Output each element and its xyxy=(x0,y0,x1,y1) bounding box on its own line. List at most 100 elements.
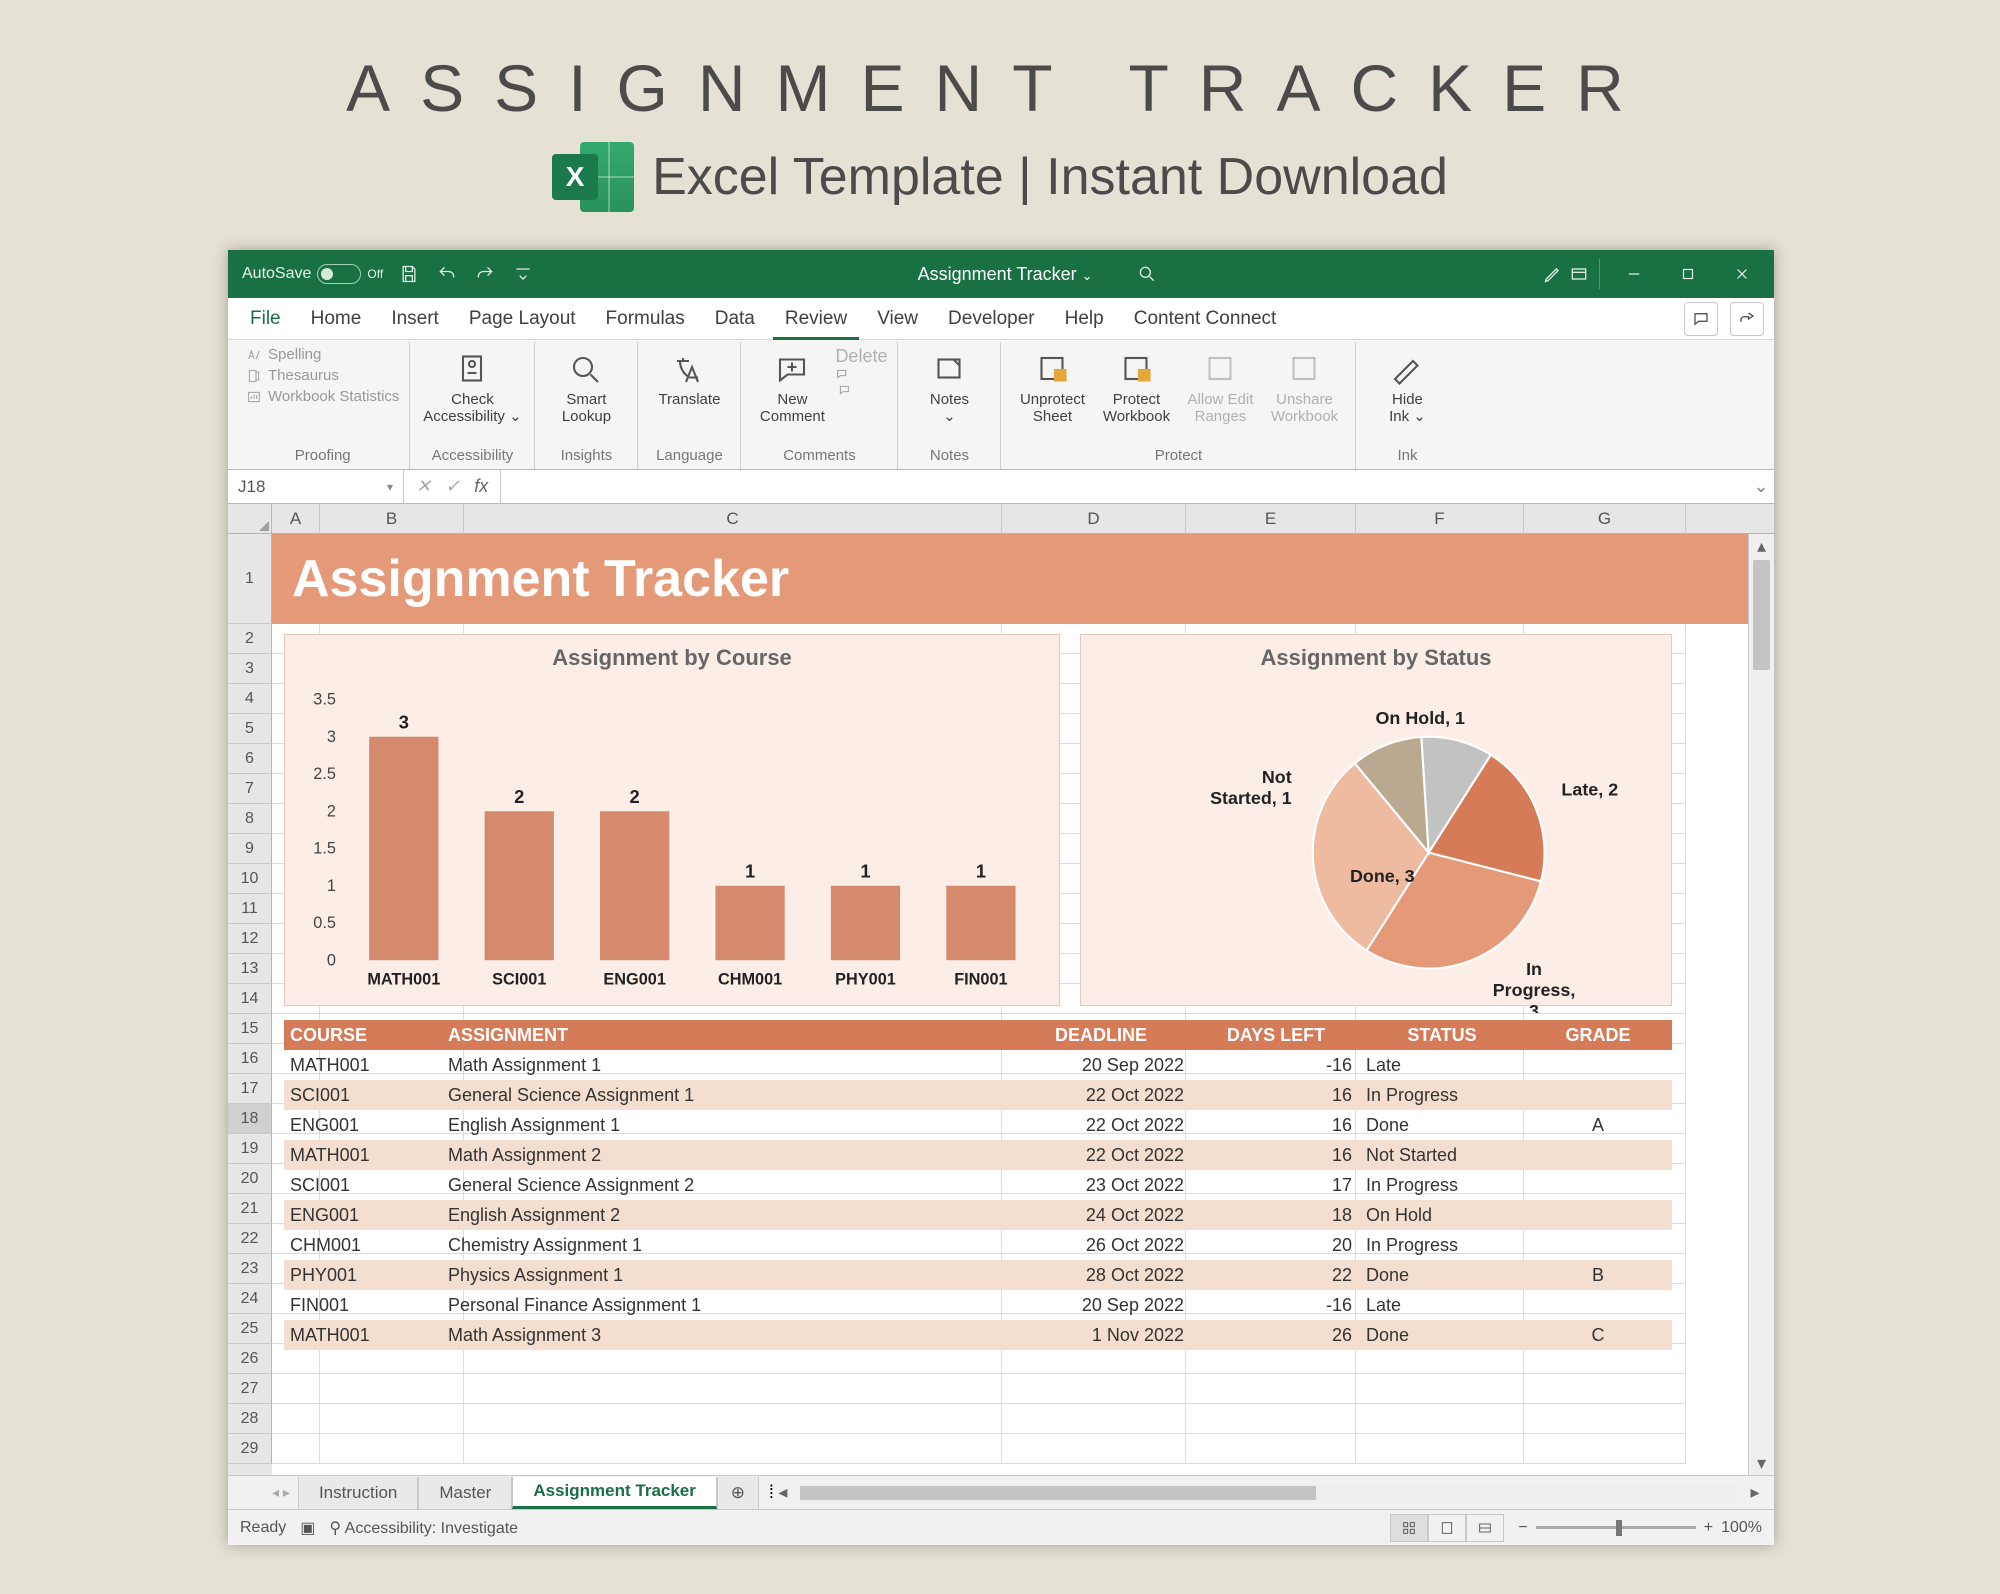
comments-pane-icon[interactable] xyxy=(1684,302,1718,336)
name-box[interactable]: J18▾ xyxy=(228,470,404,503)
row-header[interactable]: 8 xyxy=(228,804,272,834)
select-all-corner[interactable] xyxy=(228,504,272,534)
col-header[interactable]: F xyxy=(1356,504,1524,534)
sheet-tab-instruction[interactable]: Instruction xyxy=(298,1477,418,1509)
row-header[interactable]: 29 xyxy=(228,1434,272,1464)
macro-record-icon[interactable]: ▣ xyxy=(300,1518,315,1538)
row-header[interactable]: 2 xyxy=(228,624,272,654)
save-icon[interactable] xyxy=(397,262,421,286)
col-header[interactable]: A xyxy=(272,504,320,534)
tab-file[interactable]: File xyxy=(238,298,293,340)
tab-review[interactable]: Review xyxy=(773,298,859,340)
tab-page-layout[interactable]: Page Layout xyxy=(457,298,588,340)
vertical-scrollbar[interactable]: ▴ ▾ xyxy=(1748,534,1774,1475)
col-header[interactable]: D xyxy=(1002,504,1186,534)
row-header[interactable]: 6 xyxy=(228,744,272,774)
maximize-button[interactable] xyxy=(1662,250,1714,298)
share-icon[interactable] xyxy=(1730,302,1764,336)
row-header[interactable]: 25 xyxy=(228,1314,272,1344)
row-header[interactable]: 12 xyxy=(228,924,272,954)
qat-dropdown-icon[interactable] xyxy=(511,262,535,286)
hide-ink-button[interactable]: HideInk ⌄ xyxy=(1366,346,1448,442)
document-title[interactable]: Assignment Tracker ⌄ xyxy=(918,264,1093,285)
row-header[interactable]: 4 xyxy=(228,684,272,714)
autosave-toggle[interactable]: AutoSave Off xyxy=(242,264,383,284)
row-header[interactable]: 28 xyxy=(228,1404,272,1434)
sheet-nav[interactable]: ◂ ▸ xyxy=(272,1484,290,1501)
table-row[interactable]: PHY001Physics Assignment 128 Oct 202222D… xyxy=(284,1260,1672,1290)
row-header[interactable]: 9 xyxy=(228,834,272,864)
col-header[interactable]: G xyxy=(1524,504,1686,534)
row-header[interactable]: 24 xyxy=(228,1284,272,1314)
pen-icon[interactable] xyxy=(1541,262,1565,286)
expand-formula-bar-icon[interactable]: ⌄ xyxy=(1748,476,1774,497)
table-row[interactable]: MATH001Math Assignment 222 Oct 202216Not… xyxy=(284,1140,1672,1170)
tab-content-connect[interactable]: Content Connect xyxy=(1122,298,1289,340)
check-accessibility-button[interactable]: CheckAccessibility ⌄ xyxy=(420,346,524,442)
ribbon-display-icon[interactable] xyxy=(1567,262,1591,286)
undo-icon[interactable] xyxy=(435,262,459,286)
smart-lookup-button[interactable]: SmartLookup xyxy=(545,346,627,442)
row-header[interactable]: 26 xyxy=(228,1344,272,1374)
row-header[interactable]: 14 xyxy=(228,984,272,1014)
notes-button[interactable]: Notes⌄ xyxy=(908,346,990,442)
table-row[interactable]: MATH001Math Assignment 31 Nov 202226Done… xyxy=(284,1320,1672,1350)
row-header[interactable]: 22 xyxy=(228,1224,272,1254)
row-header[interactable]: 15 xyxy=(228,1014,272,1044)
tab-formulas[interactable]: Formulas xyxy=(594,298,697,340)
unprotect-sheet-button[interactable]: UnprotectSheet xyxy=(1011,346,1093,442)
row-header[interactable]: 17 xyxy=(228,1074,272,1104)
sheet-grid[interactable]: 1234567891011121314151617181920212223242… xyxy=(228,534,1774,1475)
view-normal-button[interactable] xyxy=(1390,1514,1428,1542)
minimize-button[interactable] xyxy=(1608,250,1660,298)
translate-button[interactable]: Translate xyxy=(648,346,730,442)
tab-developer[interactable]: Developer xyxy=(936,298,1047,340)
close-button[interactable] xyxy=(1716,250,1768,298)
table-row[interactable]: MATH001Math Assignment 120 Sep 2022-16La… xyxy=(284,1050,1672,1080)
row-header[interactable]: 10 xyxy=(228,864,272,894)
search-icon[interactable] xyxy=(1135,262,1159,286)
cells-area[interactable]: Assignment Tracker Assignment by Course … xyxy=(272,534,1748,1475)
row-header[interactable]: 23 xyxy=(228,1254,272,1284)
row-header[interactable]: 5 xyxy=(228,714,272,744)
col-header[interactable]: C xyxy=(464,504,1002,534)
horizontal-scrollbar[interactable]: ⁞ ◂ ▸ xyxy=(759,1482,1774,1503)
table-row[interactable]: ENG001English Assignment 224 Oct 202218O… xyxy=(284,1200,1672,1230)
col-header[interactable]: B xyxy=(320,504,464,534)
new-sheet-button[interactable]: ⊕ xyxy=(717,1477,759,1509)
tab-insert[interactable]: Insert xyxy=(379,298,451,340)
formula-bar[interactable] xyxy=(500,470,1748,503)
view-page-layout-button[interactable] xyxy=(1428,1514,1466,1542)
tab-help[interactable]: Help xyxy=(1053,298,1116,340)
table-row[interactable]: SCI001General Science Assignment 122 Oct… xyxy=(284,1080,1672,1110)
row-header[interactable]: 18 xyxy=(228,1104,272,1134)
row-header[interactable]: 16 xyxy=(228,1044,272,1074)
view-page-break-button[interactable] xyxy=(1466,1514,1504,1542)
thesaurus-button[interactable]: Thesaurus xyxy=(246,367,399,384)
table-row[interactable]: CHM001Chemistry Assignment 126 Oct 20222… xyxy=(284,1230,1672,1260)
zoom-control[interactable]: − + 100% xyxy=(1518,1519,1762,1537)
tab-view[interactable]: View xyxy=(865,298,930,340)
row-header[interactable]: 20 xyxy=(228,1164,272,1194)
spelling-button[interactable]: Spelling xyxy=(246,346,399,363)
protect-workbook-button[interactable]: ProtectWorkbook xyxy=(1095,346,1177,442)
row-header[interactable]: 21 xyxy=(228,1194,272,1224)
tab-home[interactable]: Home xyxy=(299,298,374,340)
redo-icon[interactable] xyxy=(473,262,497,286)
new-comment-button[interactable]: NewComment xyxy=(751,346,833,442)
row-header[interactable]: 19 xyxy=(228,1134,272,1164)
table-row[interactable]: SCI001General Science Assignment 223 Oct… xyxy=(284,1170,1672,1200)
row-header[interactable]: 27 xyxy=(228,1374,272,1404)
accessibility-status[interactable]: ⚲ Accessibility: Investigate xyxy=(329,1518,518,1538)
sheet-tab-tracker[interactable]: Assignment Tracker xyxy=(512,1477,717,1509)
table-row[interactable]: ENG001English Assignment 122 Oct 202216D… xyxy=(284,1110,1672,1140)
sheet-tab-master[interactable]: Master xyxy=(418,1477,512,1509)
workbook-stats-button[interactable]: Workbook Statistics xyxy=(246,388,399,405)
row-header[interactable]: 7 xyxy=(228,774,272,804)
row-header[interactable]: 13 xyxy=(228,954,272,984)
row-header[interactable]: 1 xyxy=(228,534,272,624)
tab-data[interactable]: Data xyxy=(703,298,767,340)
table-row[interactable]: FIN001Personal Finance Assignment 120 Se… xyxy=(284,1290,1672,1320)
col-header[interactable]: E xyxy=(1186,504,1356,534)
row-header[interactable]: 11 xyxy=(228,894,272,924)
